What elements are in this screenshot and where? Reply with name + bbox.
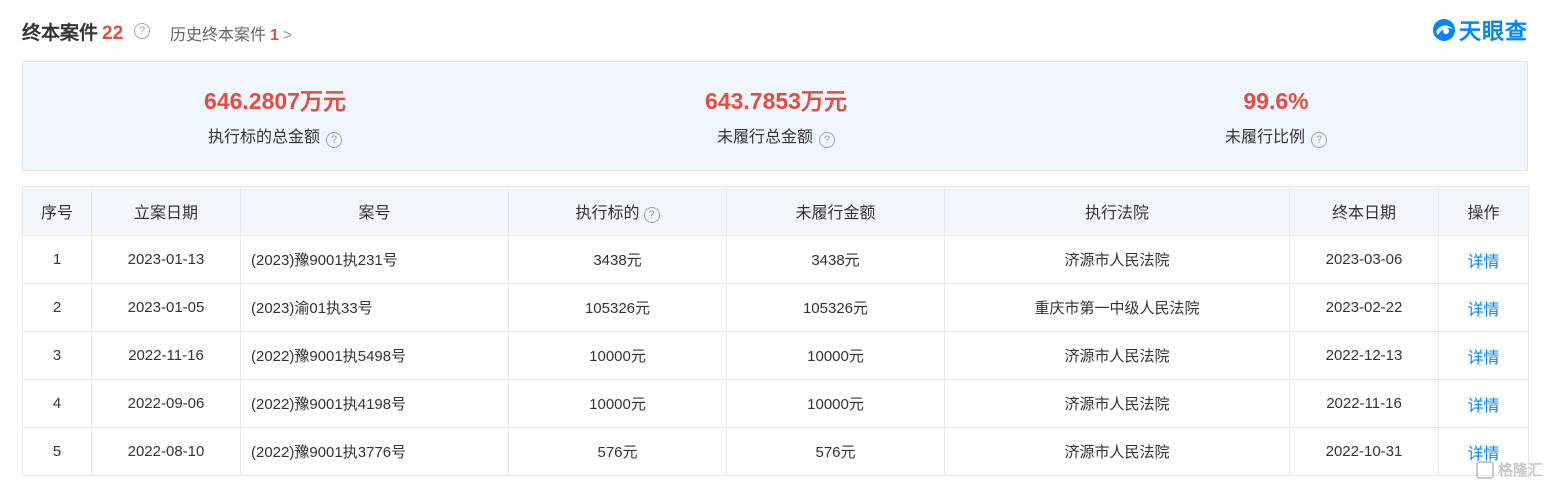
- cell-index: 4: [22, 379, 92, 428]
- chevron-right-icon: >: [282, 27, 293, 44]
- eye-logo-icon: [1432, 19, 1455, 41]
- watermark-logo-icon: [1475, 460, 1494, 479]
- help-icon[interactable]: ?: [326, 132, 342, 148]
- cell-unpaid: 105326元: [726, 283, 945, 332]
- cell-end-date: 2022-11-16: [1289, 379, 1439, 428]
- stat-value: 643.7853万元: [705, 88, 847, 114]
- col-header-end-date: 终本日期: [1289, 186, 1439, 236]
- help-icon[interactable]: ?: [134, 23, 150, 39]
- cell-unpaid: 3438元: [726, 235, 945, 284]
- logo-text: 天眼查: [1458, 19, 1528, 44]
- section-title: 终本案件 22: [22, 18, 123, 45]
- cell-court: 济源市人民法院: [944, 427, 1290, 476]
- cell-end-date: 2022-10-31: [1289, 427, 1439, 476]
- cell-end-date: 2023-03-06: [1289, 235, 1439, 284]
- cell-subject: 10000元: [508, 379, 727, 428]
- cell-subject: 576元: [508, 427, 727, 476]
- stat-label-text: 未履行比例: [1224, 129, 1305, 146]
- stat-unpaid-ratio: 99.6% 未履行比例?: [1076, 86, 1476, 148]
- watermark-text: 格隆汇: [1497, 462, 1543, 479]
- table-row: 5 2022-08-10 (2022)豫9001执3776号 576元 576元…: [22, 427, 1529, 476]
- cell-case-no: (2022)豫9001执3776号: [240, 427, 509, 476]
- stat-total-amount: 646.2807万元 执行标的总金额?: [75, 86, 475, 148]
- cell-case-no: (2022)豫9001执5498号: [240, 331, 509, 380]
- cell-case-no: (2023)豫9001执231号: [240, 235, 509, 284]
- cell-court: 济源市人民法院: [944, 379, 1290, 428]
- detail-link[interactable]: 详情: [1438, 235, 1529, 284]
- table-row: 2 2023-01-05 (2023)渝01执33号 105326元 10532…: [22, 283, 1529, 332]
- col-header-court: 执行法院: [944, 186, 1290, 236]
- cell-filing-date: 2022-11-16: [91, 331, 241, 380]
- cell-case-no: (2023)渝01执33号: [240, 283, 509, 332]
- col-header-index: 序号: [22, 186, 92, 236]
- col-header-subject-text: 执行标的: [575, 205, 640, 222]
- detail-link[interactable]: 详情: [1438, 379, 1529, 428]
- help-icon[interactable]: ?: [1311, 132, 1327, 148]
- cell-case-no: (2022)豫9001执4198号: [240, 379, 509, 428]
- stat-unpaid-amount: 643.7853万元 未履行总金额?: [576, 86, 976, 148]
- cell-unpaid: 10000元: [726, 379, 945, 428]
- col-header-filing-date: 立案日期: [91, 186, 241, 236]
- stat-value: 99.6%: [1243, 88, 1309, 114]
- help-icon[interactable]: ?: [643, 207, 660, 223]
- gelonghui-watermark: 格隆汇: [1475, 459, 1543, 480]
- section-header: 终本案件 22 ? 历史终本案件 1 > 天眼查: [22, 14, 1528, 48]
- table-row: 4 2022-09-06 (2022)豫9001执4198号 10000元 10…: [22, 379, 1529, 428]
- col-header-case-no: 案号: [240, 186, 509, 236]
- cell-filing-date: 2022-09-06: [91, 379, 241, 428]
- cell-court: 济源市人民法院: [944, 331, 1290, 380]
- table-header-row: 序号 立案日期 案号 执行标的? 未履行金额 执行法院 终本日期 操作: [22, 186, 1529, 236]
- cell-end-date: 2023-02-22: [1289, 283, 1439, 332]
- history-cases-label: 历史终本案件: [170, 27, 267, 44]
- cell-index: 3: [22, 331, 92, 380]
- detail-link[interactable]: 详情: [1438, 283, 1529, 332]
- history-cases-count: 1: [270, 27, 279, 44]
- stat-label: 执行标的总金额?: [75, 123, 475, 148]
- table-row: 1 2023-01-13 (2023)豫9001执231号 3438元 3438…: [22, 235, 1529, 284]
- case-count: 22: [102, 23, 124, 44]
- cell-court: 重庆市第一中级人民法院: [944, 283, 1290, 332]
- tianyancha-logo: 天眼查: [1432, 16, 1528, 44]
- cell-index: 5: [22, 427, 92, 476]
- stat-value: 646.2807万元: [204, 88, 346, 114]
- cell-unpaid: 576元: [726, 427, 945, 476]
- help-icon[interactable]: ?: [819, 132, 835, 148]
- cell-index: 1: [22, 235, 92, 284]
- section-title-text: 终本案件: [22, 23, 99, 44]
- col-header-subject: 执行标的?: [508, 186, 727, 236]
- cell-filing-date: 2023-01-13: [91, 235, 241, 284]
- history-cases-link[interactable]: 历史终本案件 1 >: [170, 21, 292, 45]
- cell-filing-date: 2023-01-05: [91, 283, 241, 332]
- stat-label: 未履行总金额?: [576, 123, 976, 148]
- detail-link[interactable]: 详情: [1438, 331, 1529, 380]
- col-header-unpaid: 未履行金额: [726, 186, 945, 236]
- cell-filing-date: 2022-08-10: [91, 427, 241, 476]
- col-header-action: 操作: [1438, 186, 1529, 236]
- cell-unpaid: 10000元: [726, 331, 945, 380]
- stat-label: 未履行比例?: [1076, 123, 1476, 148]
- cell-end-date: 2022-12-13: [1289, 331, 1439, 380]
- stat-label-text: 未履行总金额: [716, 129, 813, 146]
- cases-table: 序号 立案日期 案号 执行标的? 未履行金额 执行法院 终本日期 操作 1 20…: [22, 186, 1529, 476]
- table-row: 3 2022-11-16 (2022)豫9001执5498号 10000元 10…: [22, 331, 1529, 380]
- stat-label-text: 执行标的总金额: [207, 129, 320, 146]
- summary-panel: 646.2807万元 执行标的总金额? 643.7853万元 未履行总金额? 9…: [22, 61, 1528, 171]
- cell-subject: 10000元: [508, 331, 727, 380]
- cell-index: 2: [22, 283, 92, 332]
- cell-subject: 105326元: [508, 283, 727, 332]
- cell-subject: 3438元: [508, 235, 727, 284]
- cell-court: 济源市人民法院: [944, 235, 1290, 284]
